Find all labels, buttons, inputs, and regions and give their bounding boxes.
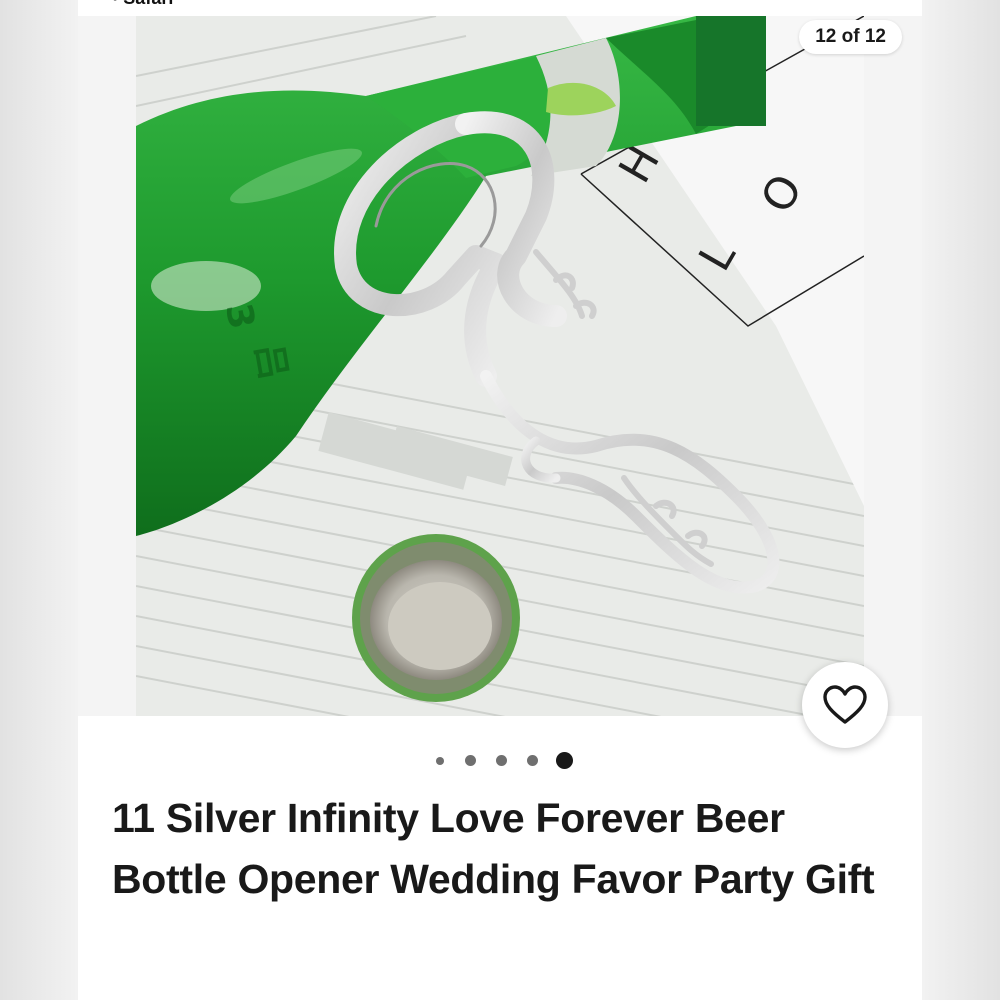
gallery-pagination [428,748,588,772]
right-background [922,0,1000,1000]
top-strip-text: • Safari [112,0,173,9]
image-gallery[interactable]: O H O L 3 吕 [78,16,922,716]
pagination-dot-active[interactable] [556,752,573,769]
watch-button[interactable] [802,662,888,748]
pagination-dot[interactable] [527,755,538,766]
product-photo[interactable]: O H O L 3 吕 [136,16,864,716]
left-background [0,0,78,1000]
svg-text:吕: 吕 [247,340,294,383]
listing-title: 11 Silver Infinity Love Forever Beer Bot… [112,795,875,902]
image-counter: 12 of 12 [799,20,902,54]
top-strip: • Safari [78,0,922,16]
listing-panel: • Safari [78,0,922,1000]
pagination-dot[interactable] [465,755,476,766]
pagination-dot[interactable] [496,755,507,766]
pagination-dot[interactable] [436,757,444,765]
heart-icon [823,685,867,724]
